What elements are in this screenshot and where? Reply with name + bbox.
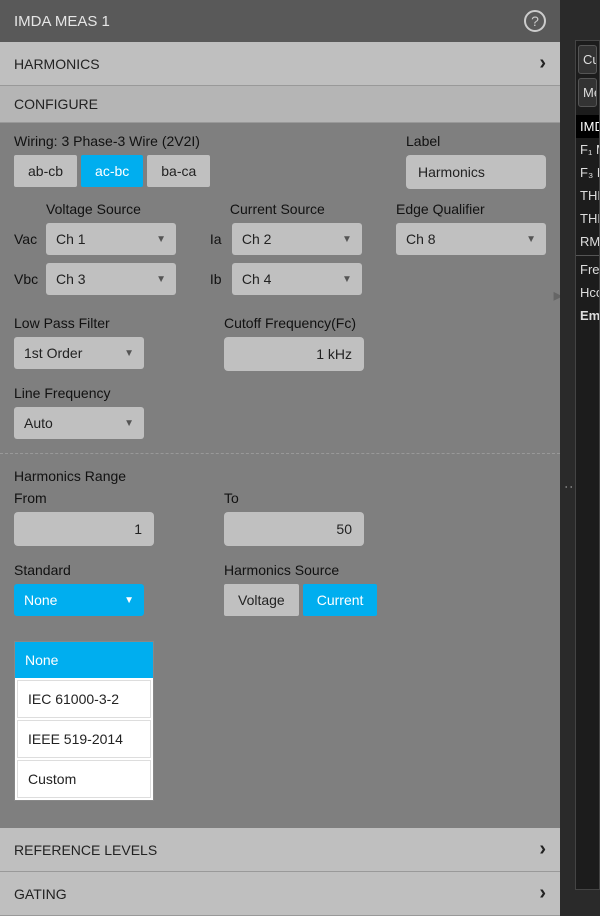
wiring-segments: ab-cb ac-bc ba-ca [14, 155, 386, 187]
ia-prefix: Ia [210, 231, 226, 247]
right-row-7: Emp [576, 304, 599, 327]
cutoff-input[interactable] [224, 337, 364, 371]
current-source-label: Current Source [230, 201, 376, 217]
chevron-down-icon: ▼ [342, 274, 352, 285]
right-panel: Cur Mea IMD F₁ M F₃ M THD THD RMS Freq H… [575, 40, 600, 890]
harmonics-source-current[interactable]: Current [303, 584, 378, 616]
right-btn-mea[interactable]: Mea [578, 78, 597, 107]
line-frequency-dropdown[interactable]: Auto ▼ [14, 407, 144, 439]
low-pass-filter-dropdown[interactable]: 1st Order ▼ [14, 337, 144, 369]
panel-title: IMDA MEAS 1 [14, 13, 110, 30]
wiring-ac-bc[interactable]: ac-bc [81, 155, 143, 187]
title-bar: IMDA MEAS 1 ? [0, 0, 560, 42]
configure-content: Wiring: 3 Phase-3 Wire (2V2I) ab-cb ac-b… [0, 123, 560, 828]
low-pass-filter-label: Low Pass Filter [14, 315, 204, 331]
section-harmonics-label: HARMONICS [14, 56, 100, 72]
harmonics-range-label: Harmonics Range [14, 468, 546, 484]
chevron-down-icon: ▼ [156, 234, 166, 245]
ib-prefix: Ib [210, 271, 226, 287]
chevron-down-icon: ▼ [124, 348, 134, 359]
section-configure-label: CONFIGURE [14, 96, 98, 112]
harmonics-source-voltage[interactable]: Voltage [224, 584, 299, 616]
section-reference-levels[interactable]: REFERENCE LEVELS › [0, 828, 560, 872]
harmonics-source-segments: Voltage Current [224, 584, 377, 616]
standard-dropdown-menu: None IEC 61000-3-2 IEEE 519-2014 Custom [14, 641, 154, 801]
to-label: To [224, 490, 364, 506]
right-btn-cur[interactable]: Cur [578, 45, 597, 74]
section-gating-label: GATING [14, 886, 67, 902]
right-row-0: F₁ M [576, 138, 599, 161]
section-gating[interactable]: GATING › [0, 872, 560, 916]
chevron-down-icon: ▼ [124, 595, 134, 606]
chevron-right-icon: › [539, 838, 546, 861]
section-configure[interactable]: CONFIGURE [0, 86, 560, 123]
chevron-down-icon: ▼ [342, 234, 352, 245]
chevron-down-icon: ▼ [526, 234, 536, 245]
edge-qualifier-dropdown[interactable]: Ch 8 ▼ [396, 223, 546, 255]
voltage-source-label: Voltage Source [46, 201, 190, 217]
harmonics-source-label: Harmonics Source [224, 562, 377, 578]
from-label: From [14, 490, 204, 506]
edge-qualifier-label: Edge Qualifier [396, 201, 546, 217]
right-header: IMD [576, 115, 599, 138]
standard-option-custom[interactable]: Custom [17, 760, 151, 798]
help-icon[interactable]: ? [524, 10, 546, 32]
vac-dropdown[interactable]: Ch 1 ▼ [46, 223, 176, 255]
to-input[interactable] [224, 512, 364, 546]
ia-dropdown[interactable]: Ch 2 ▼ [232, 223, 362, 255]
wiring-ba-ca[interactable]: ba-ca [147, 155, 210, 187]
vbc-prefix: Vbc [14, 271, 40, 287]
cutoff-label: Cutoff Frequency(Fc) [224, 315, 364, 331]
section-reference-levels-label: REFERENCE LEVELS [14, 842, 157, 858]
chevron-down-icon: ▼ [156, 274, 166, 285]
right-row-2: THD [576, 184, 599, 207]
right-row-5: Freq [576, 258, 599, 281]
standard-option-ieee[interactable]: IEEE 519-2014 [17, 720, 151, 758]
standard-label: Standard [14, 562, 204, 578]
section-harmonics[interactable]: HARMONICS › [0, 42, 560, 86]
standard-dropdown[interactable]: None ▼ [14, 584, 144, 616]
label-input[interactable] [406, 155, 546, 189]
imda-panel: IMDA MEAS 1 ? HARMONICS › CONFIGURE Wiri… [0, 0, 560, 916]
right-row-3: THD [576, 207, 599, 230]
chevron-down-icon: ▼ [124, 418, 134, 429]
vbc-dropdown[interactable]: Ch 3 ▼ [46, 263, 176, 295]
separator [576, 255, 599, 256]
line-frequency-label: Line Frequency [14, 385, 144, 401]
standard-option-none[interactable]: None [15, 642, 153, 678]
wiring-ab-cb[interactable]: ab-cb [14, 155, 77, 187]
right-row-6: Hco [576, 281, 599, 304]
standard-option-iec[interactable]: IEC 61000-3-2 [17, 680, 151, 718]
ib-dropdown[interactable]: Ch 4 ▼ [232, 263, 362, 295]
wiring-label: Wiring: 3 Phase-3 Wire (2V2I) [14, 133, 386, 149]
right-row-4: RMS [576, 230, 599, 253]
chevron-right-icon: › [539, 882, 546, 905]
from-input[interactable] [14, 512, 154, 546]
vac-prefix: Vac [14, 231, 40, 247]
chevron-right-icon: › [539, 52, 546, 75]
right-row-1: F₃ M [576, 161, 599, 184]
label-field-label: Label [406, 133, 546, 149]
divider [0, 453, 560, 454]
